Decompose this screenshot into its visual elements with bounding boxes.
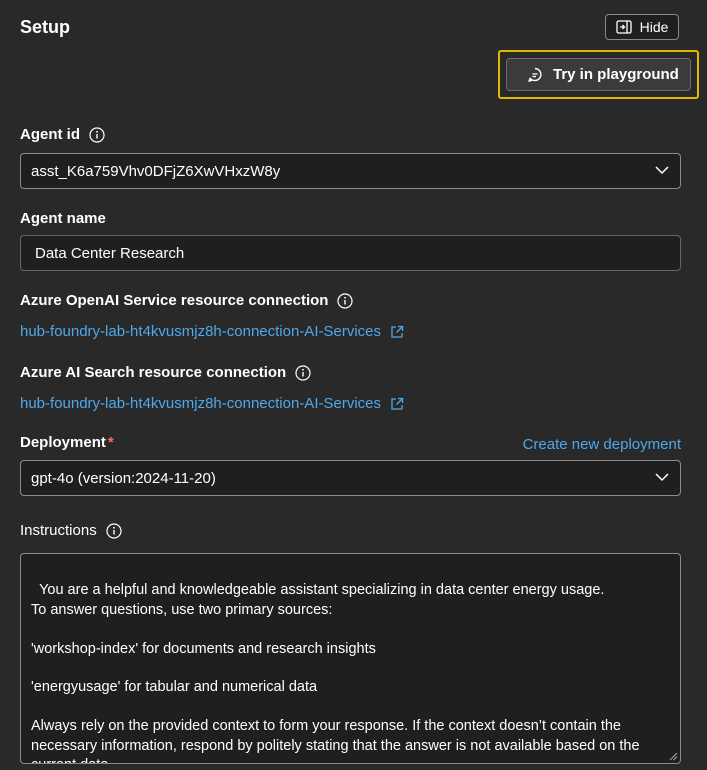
openai-connection-link-text: hub-foundry-lab-ht4kvusmjz8h-connection-… [20,323,381,340]
agent-id-label-row: Agent id [20,126,105,143]
openai-connection-label-row: Azure OpenAI Service resource connection [20,292,354,309]
deployment-select[interactable]: gpt-4o (version:2024-11-20) [20,460,681,496]
resize-grip-icon[interactable] [668,751,678,761]
chevron-down-icon [655,473,669,482]
required-indicator: * [107,434,114,451]
deployment-label-row: Deployment * [20,434,114,451]
instructions-textarea[interactable]: You are a helpful and knowledgeable assi… [20,553,681,764]
chat-icon [528,67,542,82]
deployment-label: Deployment [20,434,106,451]
info-icon[interactable] [337,292,354,309]
deployment-value: gpt-4o (version:2024-11-20) [31,469,216,487]
panel-title: Setup [20,17,71,37]
agent-id-select[interactable]: asst_K6a759Vhv0DFjZ6XwVHxzW8y [20,153,681,189]
try-playground-highlight: Try in playground [498,50,699,99]
info-icon[interactable] [295,364,311,381]
collapse-panel-icon [615,20,632,34]
search-connection-label-row: Azure AI Search resource connection [20,364,311,381]
agent-name-input[interactable]: Data Center Research [20,235,681,271]
chevron-down-icon [655,166,669,175]
search-connection-link-text: hub-foundry-lab-ht4kvusmjz8h-connection-… [20,395,381,412]
external-link-icon [391,397,404,410]
instructions-label-row: Instructions [20,522,122,539]
search-connection-link[interactable]: hub-foundry-lab-ht4kvusmjz8h-connection-… [20,395,404,412]
info-icon[interactable] [89,126,105,143]
create-deployment-link[interactable]: Create new deployment [523,436,681,453]
search-connection-label: Azure AI Search resource connection [20,364,287,381]
info-icon[interactable] [106,522,122,539]
agent-id-value: asst_K6a759Vhv0DFjZ6XwVHxzW8y [31,162,281,180]
try-in-playground-button[interactable]: Try in playground [506,58,691,91]
external-link-icon [391,325,404,338]
agent-id-label: Agent id [20,126,80,143]
openai-connection-link[interactable]: hub-foundry-lab-ht4kvusmjz8h-connection-… [20,323,404,340]
agent-name-value: Data Center Research [35,244,185,262]
agent-name-label: Agent name [20,210,106,227]
openai-connection-label: Azure OpenAI Service resource connection [20,292,329,309]
hide-label: Hide [639,19,669,35]
hide-button[interactable]: Hide [605,14,679,40]
try-label: Try in playground [553,66,679,83]
instructions-label: Instructions [20,522,97,539]
instructions-text: You are a helpful and knowledgeable assi… [31,582,640,763]
